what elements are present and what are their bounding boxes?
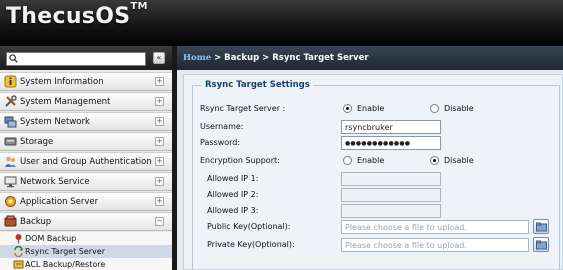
breadcrumb: Home > Backup > Rsync Target Server [177,46,563,70]
sidebar-subitem-acl-backup-restore[interactable]: ACL Backup/Restore [0,258,172,270]
sidebar-item-backup[interactable]: Backup − [0,212,172,231]
sidebar-item-application-server[interactable]: Application Server + [0,192,172,211]
sidebar-item-label: Backup [20,217,52,227]
sidebar: « System Information + System Management… [0,46,172,270]
encryption-enable-radio[interactable] [343,156,352,165]
expand-icon[interactable]: + [155,177,164,186]
collapse-icon[interactable]: − [155,217,164,226]
sidebar-item-label: System Management [20,97,111,107]
expand-icon[interactable]: + [155,77,164,86]
private-key-label: Private Key(Optional): [207,240,295,249]
breadcrumb-home-link[interactable]: Home [183,53,211,63]
folder-icon [536,222,547,232]
network-icon [4,116,17,128]
allowed-ip2-field[interactable] [341,188,441,202]
collapse-sidebar-button[interactable]: « [153,52,165,64]
acl-backup-icon [13,260,24,269]
sidebar-search-bar: « [0,46,172,70]
expand-icon[interactable]: + [155,157,164,166]
sidebar-item-system-network[interactable]: System Network + [0,112,172,131]
sidebar-subitem-label: DOM Backup [25,234,77,243]
dom-backup-icon [15,234,22,244]
allowed-ip1-label: Allowed IP 1: [207,174,259,183]
sidebar-item-label: System Network [20,117,90,127]
username-field[interactable]: rsyncbruker [341,120,441,134]
expand-icon[interactable]: + [155,117,164,126]
backup-icon [4,215,17,227]
public-key-browse-button[interactable] [533,219,549,234]
app-header: ThecusOSTM [0,0,563,46]
sidebar-item-network-service[interactable]: Network Service + [0,172,172,191]
app-logo: ThecusOSTM [6,0,148,29]
sidebar-item-system-information[interactable]: System Information + [0,72,172,91]
expand-icon[interactable]: + [155,97,164,106]
sidebar-menu: System Information + System Management +… [0,72,172,270]
rsync-settings-fieldset: Rsync Target Settings Rsync Target Serve… [192,80,560,270]
target-server-label: Rsync Target Server : [200,104,286,113]
folder-icon [536,240,547,250]
search-icon [9,54,18,63]
breadcrumb-page: Rsync Target Server [272,53,369,63]
encryption-disable-radio[interactable] [430,156,439,165]
encryption-label: Encryption Support: [200,156,280,165]
private-key-browse-button[interactable] [533,237,549,252]
allowed-ip2-label: Allowed IP 2: [207,190,259,199]
rsync-icon [14,246,23,257]
network-service-icon [4,176,17,188]
sidebar-item-label: User and Group Authentication [20,157,152,167]
target-server-enable-radio[interactable] [343,104,352,113]
password-label: Password: [200,138,241,147]
allowed-ip3-field[interactable] [341,204,441,218]
main-content: Home > Backup > Rsync Target Server Rsyn… [177,46,563,270]
public-key-label: Public Key(Optional): [207,222,291,231]
sidebar-item-user-and-group-authentication[interactable]: User and Group Authentication + [0,152,172,171]
encryption-disable-label[interactable]: Disable [444,156,474,165]
sidebar-subitem-label: ACL Backup/Restore [25,260,106,269]
public-key-file-field[interactable]: Please choose a file to upload. [341,220,529,234]
sidebar-item-system-management[interactable]: System Management + [0,92,172,111]
application-icon [5,196,16,207]
search-input[interactable] [6,52,146,66]
encryption-enable-label[interactable]: Enable [357,156,384,165]
allowed-ip3-label: Allowed IP 3: [207,206,259,215]
username-label: Username: [200,122,244,131]
settings-panel: Rsync Target Settings Rsync Target Serve… [183,74,563,270]
sidebar-subitem-rsync-target-server[interactable]: Rsync Target Server [0,245,172,258]
expand-icon[interactable]: + [155,137,164,146]
breadcrumb-section: Backup [224,53,260,63]
sidebar-item-storage[interactable]: Storage + [0,132,172,151]
tools-icon [5,95,17,107]
password-field[interactable]: ●●●●●●●●●●●● [341,136,441,150]
fieldset-legend: Rsync Target Settings [202,80,313,90]
expand-icon[interactable]: + [155,197,164,206]
sidebar-item-label: Application Server [20,197,99,207]
private-key-file-field[interactable]: Please choose a file to upload. [341,238,529,252]
users-icon [5,156,16,167]
sidebar-item-label: Storage [20,137,54,147]
sidebar-item-label: System Information [20,77,104,87]
target-server-disable-radio[interactable] [430,104,439,113]
sidebar-item-label: Network Service [20,177,90,187]
sidebar-subitem-dom-backup[interactable]: DOM Backup [0,232,172,245]
target-server-enable-label[interactable]: Enable [357,104,384,113]
allowed-ip1-field[interactable] [341,172,441,186]
target-server-disable-label[interactable]: Disable [444,104,474,113]
storage-icon [4,137,17,146]
sidebar-subitem-label: Rsync Target Server [25,247,105,256]
info-icon [4,75,17,88]
